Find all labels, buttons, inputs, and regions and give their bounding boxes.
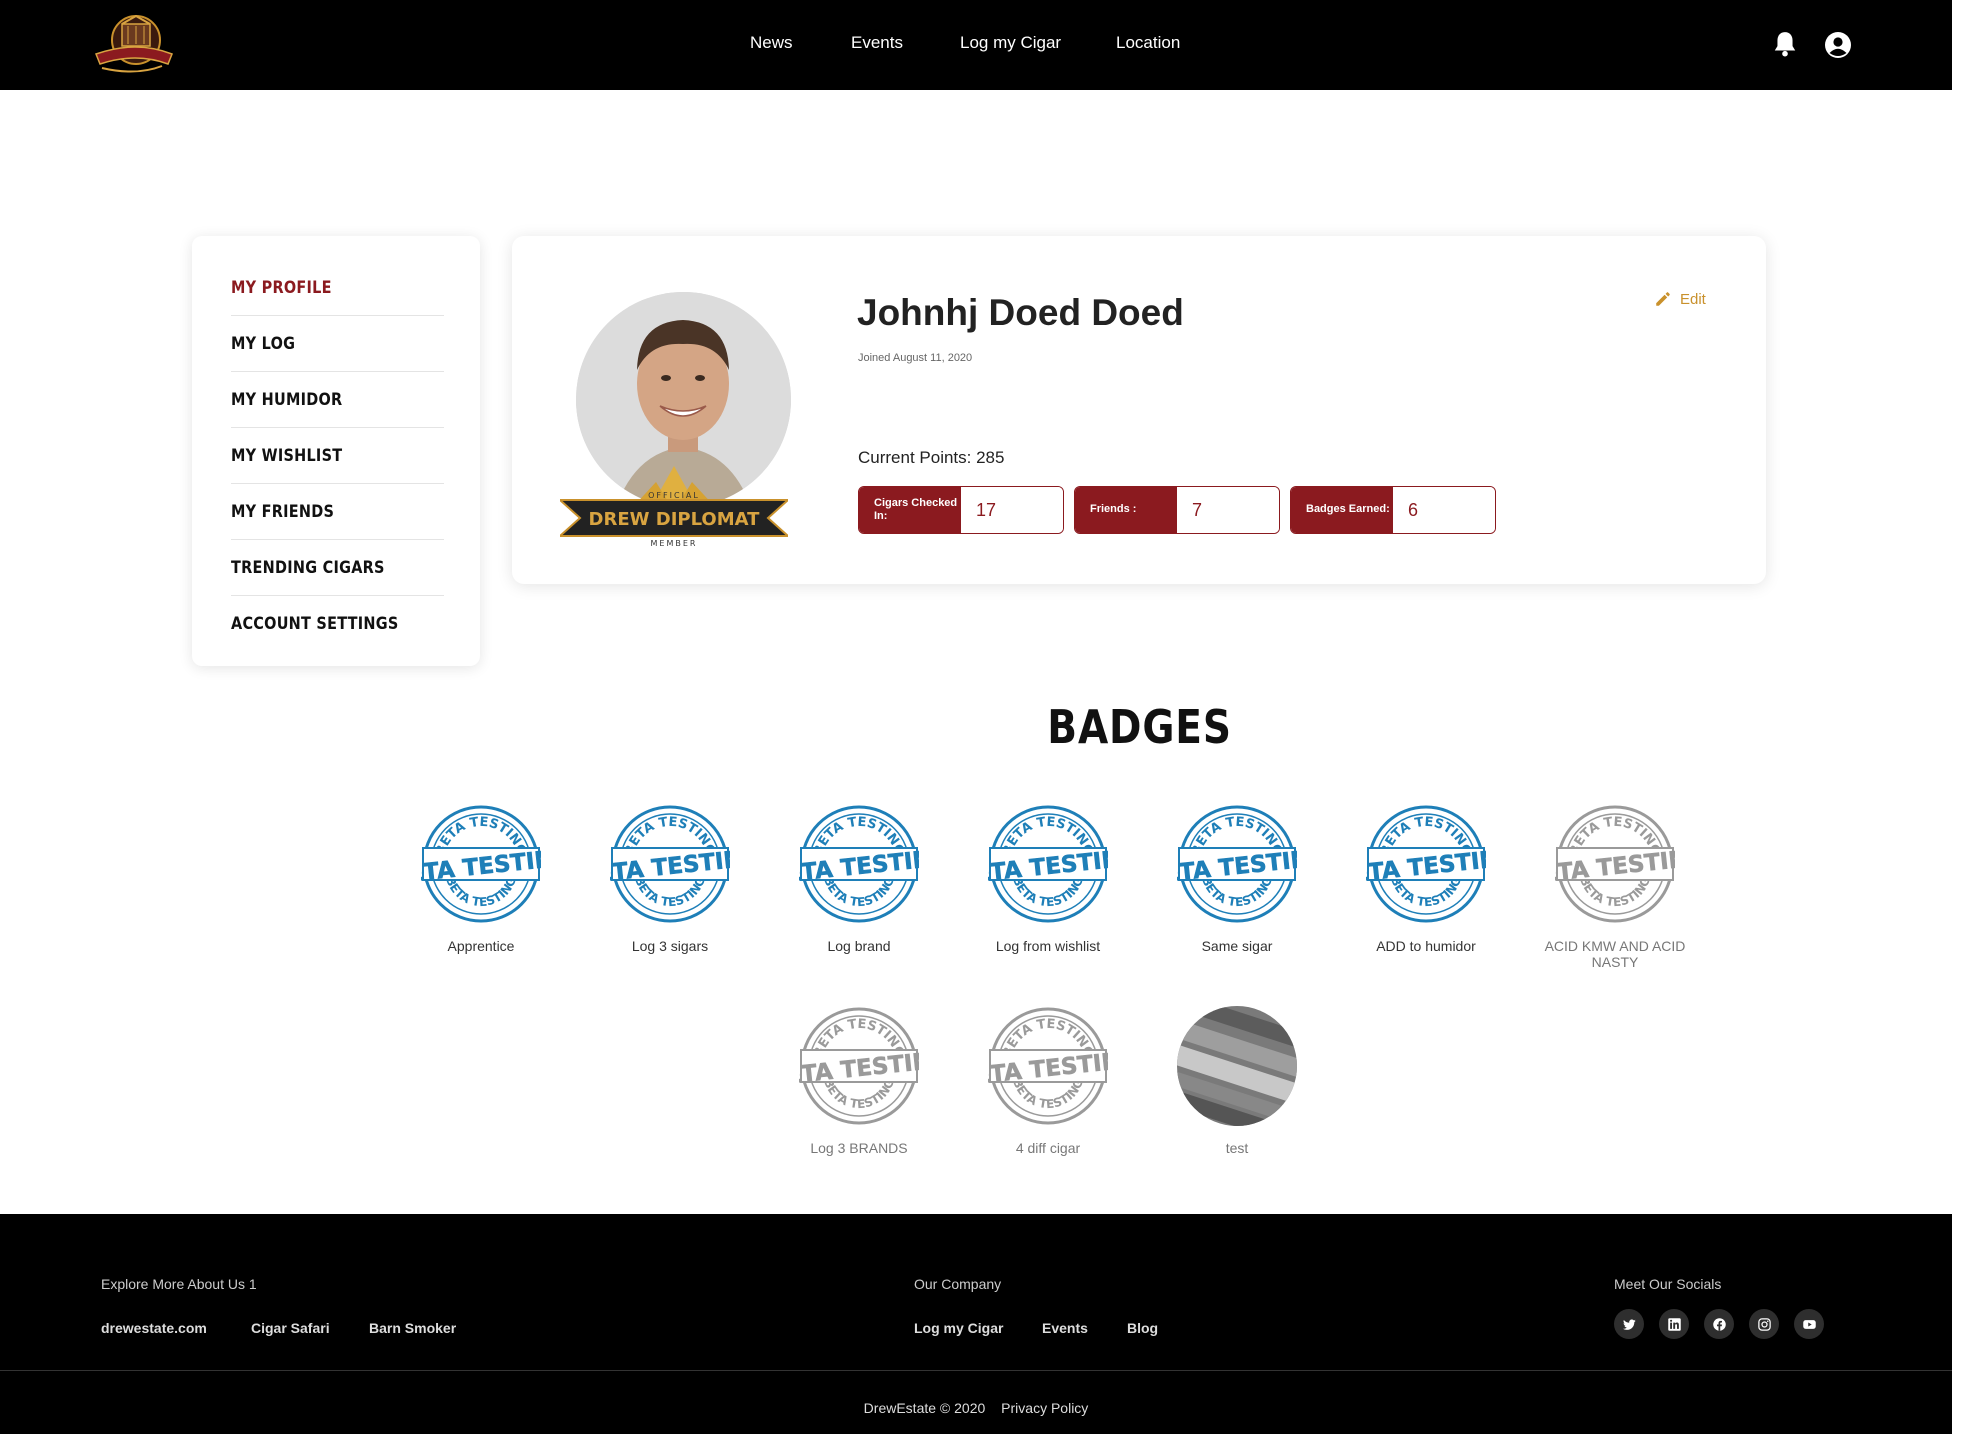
badge-label: Log 3 BRANDS	[810, 1140, 908, 1156]
stat-label: Cigars Checked In:	[859, 487, 961, 533]
badge-item[interactable]: BETA TESTINGBETA TESTINGBETA TESTING ADD …	[1331, 804, 1521, 954]
svg-text:MEMBER: MEMBER	[651, 539, 698, 548]
badge-item[interactable]: BETA TESTINGBETA TESTINGBETA TESTING Log …	[953, 804, 1143, 954]
drew-diplomat-logo[interactable]	[92, 10, 176, 76]
footer-link-drewestate[interactable]: drewestate.com	[101, 1320, 207, 1336]
youtube-icon[interactable]	[1794, 1309, 1824, 1339]
edit-profile-button[interactable]: Edit	[1654, 290, 1706, 308]
facebook-icon[interactable]	[1704, 1309, 1734, 1339]
footer: Explore More About Us 1 drewestate.com C…	[0, 1214, 1952, 1434]
beta-testing-stamp-icon: BETA TESTINGBETA TESTINGBETA TESTING	[421, 805, 541, 923]
privacy-policy-link[interactable]: Privacy Policy	[1001, 1400, 1088, 1416]
bell-icon[interactable]	[1772, 30, 1800, 60]
footer-link-blog[interactable]: Blog	[1127, 1320, 1158, 1336]
instagram-icon[interactable]	[1749, 1309, 1779, 1339]
beta-testing-stamp-icon: BETA TESTINGBETA TESTINGBETA TESTING	[1366, 805, 1486, 923]
badge-item[interactable]: BETA TESTINGBETA TESTINGBETA TESTING Same…	[1142, 804, 1332, 954]
stat-label: Badges Earned:	[1291, 487, 1393, 533]
sidebar-item-trending-cigars[interactable]: TRENDING CIGARS	[231, 540, 444, 596]
sidebar-item-my-friends[interactable]: MY FRIENDS	[231, 484, 444, 540]
pencil-icon	[1656, 292, 1670, 306]
footer-socials-heading: Meet Our Socials	[1614, 1276, 1722, 1292]
beta-testing-stamp-icon: BETA TESTINGBETA TESTINGBETA TESTING	[799, 1007, 919, 1125]
footer-explore-heading: Explore More About Us 1	[101, 1276, 257, 1292]
sidebar-item-my-log[interactable]: MY LOG	[231, 316, 444, 372]
footer-link-barn-smoker[interactable]: Barn Smoker	[369, 1320, 456, 1336]
edit-label: Edit	[1680, 290, 1706, 308]
stat-value: 17	[961, 487, 1063, 533]
badge-label: ACID KMW AND ACID NASTY	[1544, 938, 1686, 971]
nav-log-my-cigar[interactable]: Log my Cigar	[960, 33, 1061, 53]
nav-location[interactable]: Location	[1116, 33, 1180, 53]
beta-testing-stamp-icon: BETA TESTINGBETA TESTINGBETA TESTING	[799, 805, 919, 923]
badge-label: Same sigar	[1201, 938, 1273, 954]
badge-label: Log from wishlist	[995, 938, 1101, 954]
beta-testing-stamp-icon: BETA TESTINGBETA TESTINGBETA TESTING	[988, 805, 1108, 923]
footer-divider	[0, 1370, 1952, 1371]
beta-testing-stamp-icon: BETA TESTINGBETA TESTINGBETA TESTING	[1177, 805, 1297, 923]
profile-sidebar: MY PROFILE MY LOG MY HUMIDOR MY WISHLIST…	[192, 236, 480, 666]
badges-heading: BADGES	[1047, 700, 1233, 754]
badge-item[interactable]: BETA TESTINGBETA TESTINGBETA TESTING ACID…	[1520, 804, 1710, 970]
sidebar-item-my-profile[interactable]: MY PROFILE	[231, 260, 444, 316]
stat-value: 7	[1177, 487, 1279, 533]
footer-link-cigar-safari[interactable]: Cigar Safari	[251, 1320, 330, 1336]
badge-label: Log 3 sigars	[631, 938, 709, 954]
footer-link-log-my-cigar[interactable]: Log my Cigar	[914, 1320, 1003, 1336]
copyright-text: DrewEstate © 2020	[863, 1400, 986, 1416]
badge-item[interactable]: test	[1142, 1006, 1332, 1156]
current-points: Current Points: 285	[858, 448, 1005, 467]
user-account-icon[interactable]	[1824, 31, 1852, 59]
beta-testing-stamp-icon: BETA TESTINGBETA TESTINGBETA TESTING	[610, 805, 730, 923]
copyright-bar: DrewEstate © 2020 Privacy Policy	[0, 1400, 1952, 1416]
badge-item[interactable]: BETA TESTINGBETA TESTINGBETA TESTING Appr…	[386, 804, 576, 954]
beta-testing-stamp-icon: BETA TESTINGBETA TESTINGBETA TESTING	[988, 1007, 1108, 1125]
profile-card: OFFICIAL DREW DIPLOMAT MEMBER Johnhj Doe…	[512, 236, 1766, 584]
sidebar-item-account-settings[interactable]: ACCOUNT SETTINGS	[231, 596, 444, 652]
nav-news[interactable]: News	[750, 33, 793, 53]
stat-value: 6	[1393, 487, 1495, 533]
badge-item[interactable]: BETA TESTINGBETA TESTINGBETA TESTING Log …	[764, 804, 954, 954]
beta-testing-stamp-icon: BETA TESTINGBETA TESTINGBETA TESTING	[1555, 805, 1675, 923]
sidebar-item-my-wishlist[interactable]: MY WISHLIST	[231, 428, 444, 484]
badge-item[interactable]: BETA TESTINGBETA TESTINGBETA TESTING 4 di…	[953, 1006, 1143, 1156]
joined-date: Joined August 11, 2020	[858, 352, 973, 364]
drew-diplomat-member-banner: OFFICIAL DREW DIPLOMAT MEMBER	[557, 452, 791, 552]
badge-label: test	[1225, 1140, 1249, 1156]
cigar-photo-icon	[1177, 1006, 1297, 1126]
sidebar-item-my-humidor[interactable]: MY HUMIDOR	[231, 372, 444, 428]
footer-company-heading: Our Company	[914, 1276, 1002, 1292]
badge-item[interactable]: BETA TESTINGBETA TESTINGBETA TESTING Log …	[764, 1006, 954, 1156]
badge-label: 4 diff cigar	[1015, 1140, 1081, 1156]
badge-label: Apprentice	[447, 938, 515, 954]
badge-label: Log brand	[827, 938, 891, 954]
badge-label: ADD to humidor	[1376, 938, 1476, 954]
stat-label: Friends :	[1075, 487, 1177, 533]
linkedin-icon[interactable]	[1659, 1309, 1689, 1339]
badge-item[interactable]: BETA TESTINGBETA TESTINGBETA TESTING Log …	[575, 804, 765, 954]
avatar: OFFICIAL DREW DIPLOMAT MEMBER	[557, 292, 791, 552]
footer-link-events[interactable]: Events	[1042, 1320, 1088, 1336]
top-navbar: News Events Log my Cigar Location	[0, 0, 1952, 90]
stat-badges-earned: Badges Earned: 6	[1290, 486, 1496, 534]
profile-name: Johnhj Doed Doed	[857, 292, 1184, 333]
svg-text:DREW DIPLOMAT: DREW DIPLOMAT	[589, 509, 761, 530]
svg-text:OFFICIAL: OFFICIAL	[648, 491, 700, 500]
nav-events[interactable]: Events	[851, 33, 903, 53]
stat-friends: Friends : 7	[1074, 486, 1280, 534]
twitter-icon[interactable]	[1614, 1309, 1644, 1339]
stat-cigars-checked-in: Cigars Checked In: 17	[858, 486, 1064, 534]
